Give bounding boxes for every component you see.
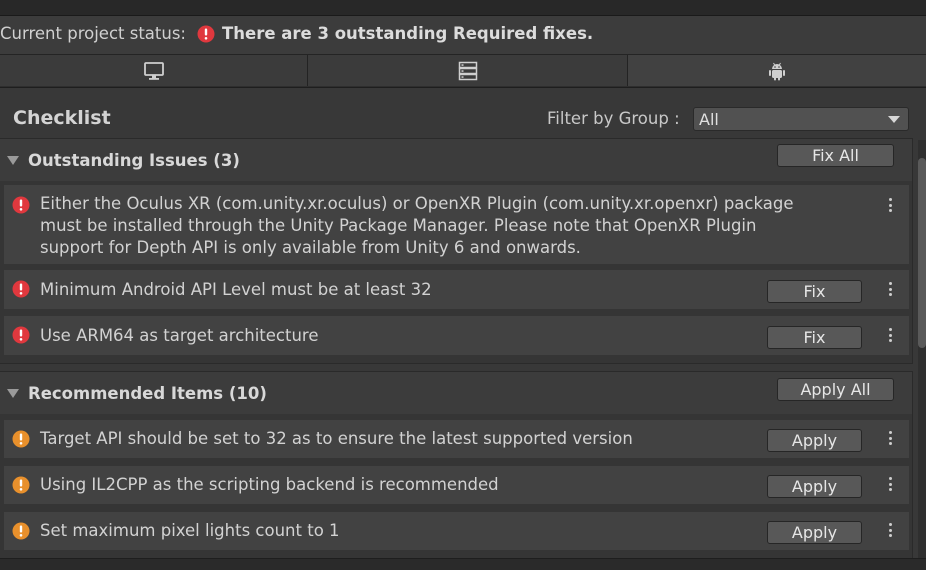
apply-button[interactable]: Apply [767,475,862,498]
error-icon [12,196,30,218]
android-icon [767,61,787,85]
fix-button[interactable]: Fix [767,280,862,303]
warning-icon [12,522,30,544]
window-top-bar [0,0,926,16]
more-options-icon[interactable] [889,282,893,299]
filter-group-dropdown[interactable]: All [693,107,909,131]
recommended-items-header[interactable]: Recommended Items (10) Apply All [0,372,912,414]
issue-item: Either the Oculus XR (com.unity.xr.oculu… [4,185,909,264]
status-message: There are 3 outstanding Required fixes. [222,24,594,43]
warning-icon [12,430,30,452]
recommended-text: Target API should be set to 32 as to ens… [40,429,633,448]
status-label: Current project status: [0,24,186,43]
more-options-icon[interactable] [889,477,893,494]
chevron-down-icon [888,116,900,123]
issue-text: Minimum Android API Level must be at lea… [40,280,432,299]
tab-server[interactable] [308,55,628,86]
fix-all-button[interactable]: Fix All [777,144,894,167]
recommended-item: Target API should be set to 32 as to ens… [4,420,909,458]
issue-item: Minimum Android API Level must be at lea… [4,270,909,309]
issue-text: Either the Oculus XR (com.unity.xr.oculu… [40,194,794,257]
warning-icon [12,476,30,498]
outstanding-issues-header[interactable]: Outstanding Issues (3) Fix All [0,139,912,181]
error-icon [12,326,30,348]
issue-text: Use ARM64 as target architecture [40,326,319,345]
platform-tabs [0,55,926,88]
fold-arrow-icon[interactable] [7,156,19,165]
recommended-text: Set maximum pixel lights count to 1 [40,521,340,540]
more-options-icon[interactable] [889,523,893,540]
tab-standalone[interactable] [0,55,308,86]
recommended-text: Using IL2CPP as the scripting backend is… [40,475,499,494]
apply-button[interactable]: Apply [767,521,862,544]
outstanding-issues-section: Outstanding Issues (3) Fix All Either th… [0,138,913,364]
recommended-item: Set maximum pixel lights count to 1 Appl… [4,512,909,550]
filter-label: Filter by Group : [547,109,680,128]
server-icon [458,61,478,85]
checklist-title: Checklist [13,107,111,129]
fix-button[interactable]: Fix [767,326,862,349]
fold-arrow-icon[interactable] [7,389,19,398]
filter-selected-value: All [699,110,719,129]
error-icon [12,280,30,302]
section-title: Outstanding Issues (3) [28,151,240,170]
monitor-icon [143,61,165,85]
more-options-icon[interactable] [889,431,893,448]
scrollbar-thumb[interactable] [918,158,926,348]
section-title: Recommended Items (10) [28,384,267,403]
recommended-items-section: Recommended Items (10) Apply All Target … [0,371,913,561]
recommended-item: Using IL2CPP as the scripting backend is… [4,466,909,504]
tab-android[interactable] [628,55,926,86]
apply-button[interactable]: Apply [767,429,862,452]
more-options-icon[interactable] [889,328,893,345]
more-options-icon[interactable] [889,198,893,215]
error-icon [197,25,215,47]
apply-all-button[interactable]: Apply All [777,378,894,401]
bottom-bar [0,558,926,570]
issue-item: Use ARM64 as target architecture Fix [4,316,909,355]
